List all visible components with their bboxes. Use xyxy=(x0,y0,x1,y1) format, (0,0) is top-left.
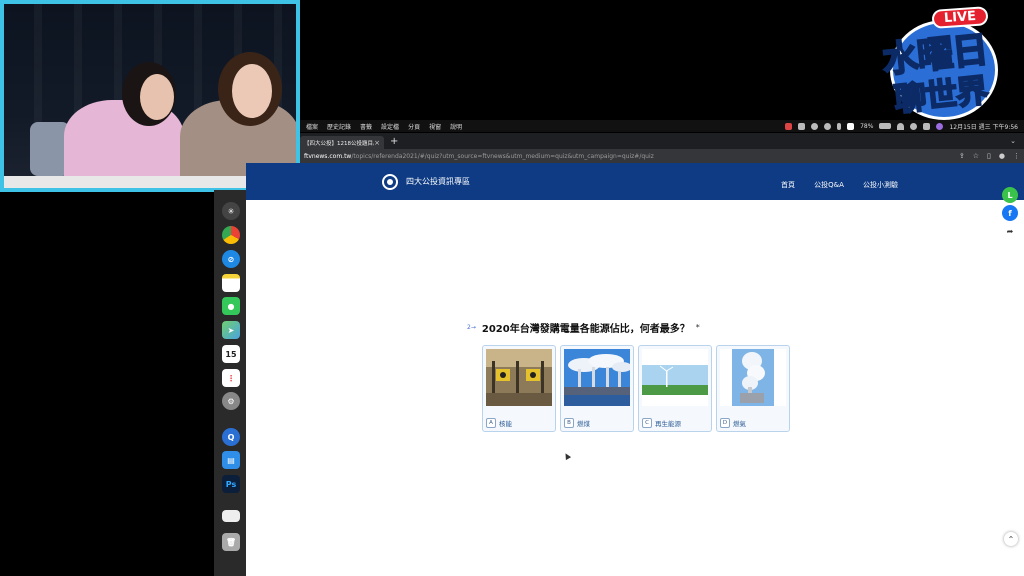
chrome-icon[interactable] xyxy=(222,226,240,244)
menu-window[interactable]: 視窗 xyxy=(429,122,441,131)
status-record-icon[interactable] xyxy=(811,122,819,130)
nav-qa[interactable]: 公投Q&A xyxy=(814,181,844,189)
photoshop-icon[interactable]: Ps xyxy=(222,475,240,493)
address-bar[interactable]: ftvnews.com.tw/topics/referenda2021/#/qu… xyxy=(300,149,1024,163)
option-key: D xyxy=(720,418,730,428)
web-page: 四大公投資訊專區 首頁 公投Q&A 公投小測驗 2→ 2020年台灣發購電量各能… xyxy=(246,163,1024,576)
sidebar-icon[interactable]: ▯ xyxy=(987,152,991,160)
site-header: 四大公投資訊專區 首頁 公投Q&A 公投小測驗 xyxy=(246,163,1024,200)
option-label: 燃氣 xyxy=(733,420,746,428)
answer-options: A 核能 B 燃煤 C 再生能源 D 燃氣 xyxy=(482,345,790,432)
more-menu-icon[interactable]: ⋮ xyxy=(1013,152,1020,160)
site-logo-icon[interactable] xyxy=(382,173,398,190)
quiz-question: 2→ 2020年台灣發購電量各能源佔比，何者最多？ * xyxy=(467,320,700,335)
messages-icon[interactable]: ● xyxy=(222,297,240,315)
share-page-icon[interactable]: ⇪ xyxy=(959,152,965,160)
status-sync-icon[interactable] xyxy=(824,122,832,130)
option-d[interactable]: D 燃氣 xyxy=(716,345,790,432)
status-app-icon[interactable] xyxy=(785,122,793,130)
siri-icon[interactable] xyxy=(936,122,944,130)
new-tab-button[interactable]: + xyxy=(390,136,398,147)
logo-title-line2: 聊世界 xyxy=(891,70,989,120)
share-arrow-icon[interactable]: ➦ xyxy=(1002,223,1018,239)
status-grid-icon[interactable] xyxy=(798,122,806,130)
bluetooth-icon[interactable] xyxy=(837,122,842,130)
studio-video xyxy=(4,4,296,188)
option-c[interactable]: C 再生能源 xyxy=(638,345,712,432)
question-number: 2→ xyxy=(467,324,476,331)
menu-history[interactable]: 歷史記錄 xyxy=(327,122,351,131)
url-field[interactable]: ftvnews.com.tw/topics/referenda2021/#/qu… xyxy=(304,153,959,160)
url-path: /topics/referenda2021/#/quiz?utm_source=… xyxy=(351,152,654,160)
input-method-icon[interactable] xyxy=(847,122,855,130)
quicktime-icon[interactable]: Q xyxy=(222,428,240,446)
nav-home[interactable]: 首頁 xyxy=(781,181,795,189)
folder-icon[interactable] xyxy=(222,510,240,522)
mouse-cursor-icon xyxy=(562,451,572,461)
option-key: C xyxy=(642,418,652,428)
control-center-icon[interactable] xyxy=(923,122,931,130)
menu-bookmarks[interactable]: 書籤 xyxy=(360,122,372,131)
browser-tab[interactable]: 【四大公投】1218公投題目。戰 × xyxy=(300,136,384,149)
gas-plant-image xyxy=(720,349,786,406)
line-icon[interactable]: L xyxy=(1002,187,1018,203)
safari-icon[interactable]: ⊘ xyxy=(222,250,240,268)
browser-tab-bar: 【四大公投】1218公投題目。戰 × + ⌄ xyxy=(300,133,1024,149)
site-nav: 首頁 公投Q&A 公投小測驗 xyxy=(781,172,1024,191)
required-marker: * xyxy=(695,323,700,332)
coal-plant-image xyxy=(564,349,632,406)
option-label: 燃煤 xyxy=(577,420,590,428)
mac-menu-bar: 檔案 歷史記錄 書籤 設定檔 分頁 視窗 說明 78% 12月15日 週三 下午… xyxy=(300,120,1024,132)
option-key: A xyxy=(486,418,496,428)
notes-icon[interactable] xyxy=(222,274,240,292)
tab-close-icon[interactable]: × xyxy=(374,139,380,147)
menu-file[interactable]: 檔案 xyxy=(306,122,318,131)
reminders-icon[interactable]: ⋮ xyxy=(222,369,240,387)
show-logo: 水曜日 聊世界 LIVE xyxy=(880,6,1002,122)
option-key: B xyxy=(564,418,574,428)
wind-turbine-image xyxy=(642,349,708,406)
maps-icon[interactable]: ➤ xyxy=(222,321,240,339)
battery-percent: 78% xyxy=(860,122,874,130)
site-title[interactable]: 四大公投資訊專區 xyxy=(406,176,470,187)
nav-quiz[interactable]: 公投小測驗 xyxy=(863,181,898,189)
option-label: 再生能源 xyxy=(655,420,681,428)
tab-search-chevron-icon[interactable]: ⌄ xyxy=(1010,137,1016,145)
keynote-icon[interactable]: ▤ xyxy=(222,451,240,469)
trash-icon[interactable]: 🗑 xyxy=(222,533,240,551)
calendar-icon[interactable]: 15 xyxy=(222,345,240,363)
option-label: 核能 xyxy=(499,420,512,428)
share-bar: L f ➦ xyxy=(1002,187,1020,241)
option-a[interactable]: A 核能 xyxy=(482,345,556,432)
wifi-icon[interactable] xyxy=(897,122,905,130)
tab-title: 【四大公投】1218公投題目。戰 xyxy=(304,140,374,147)
bookmark-star-icon[interactable]: ☆ xyxy=(973,152,979,160)
mac-dock: ✳ ⊘ ● ➤ 15 ⋮ ⚙ Q ▤ Ps 🗑 xyxy=(214,190,247,576)
scroll-top-icon[interactable]: ⌃ xyxy=(1004,532,1018,546)
clock: 12月15日 週三 下午9:56 xyxy=(949,123,1018,131)
menu-profiles[interactable]: 設定檔 xyxy=(381,122,399,131)
battery-icon[interactable] xyxy=(879,123,892,129)
live-badge: LIVE xyxy=(931,6,989,29)
profile-icon[interactable]: ● xyxy=(999,152,1005,160)
menu-tab[interactable]: 分頁 xyxy=(408,122,420,131)
launchpad-icon[interactable]: ✳ xyxy=(222,202,240,220)
url-host: ftvnews.com.tw xyxy=(304,152,352,160)
question-text: 2020年台灣發購電量各能源佔比，何者最多？ xyxy=(481,324,690,335)
facebook-icon[interactable]: f xyxy=(1002,205,1018,221)
nuclear-plant-image xyxy=(486,349,552,406)
option-b[interactable]: B 燃煤 xyxy=(560,345,634,432)
search-icon[interactable] xyxy=(910,122,918,130)
menu-help[interactable]: 說明 xyxy=(450,122,462,131)
system-settings-icon[interactable]: ⚙ xyxy=(222,392,240,410)
